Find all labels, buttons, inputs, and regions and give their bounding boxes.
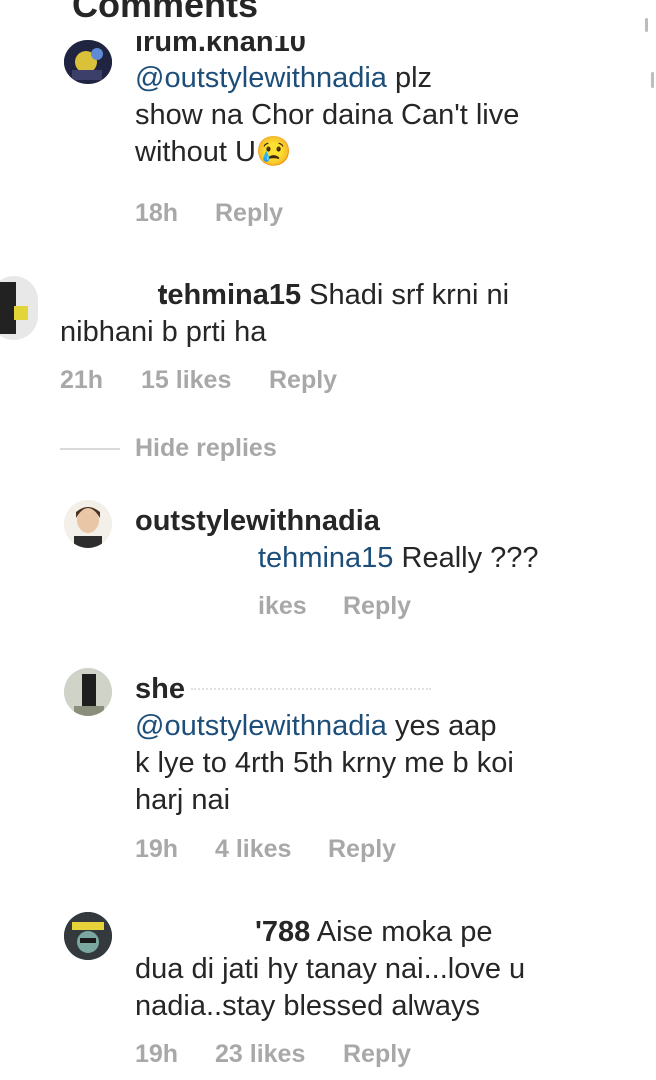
reply-button[interactable]: Reply — [269, 366, 337, 395]
comment-time: 18h — [135, 199, 179, 227]
reply-text: nadia..stay blessed always — [135, 990, 480, 1022]
avatar[interactable] — [64, 668, 112, 716]
mention-link[interactable]: @outstylewithnadia — [135, 710, 387, 742]
reply-username[interactable]: she — [135, 673, 185, 705]
comment-text: Shadi srf krni ni — [301, 279, 510, 311]
reply-button[interactable]: Reply — [328, 835, 396, 864]
avatar[interactable] — [64, 40, 112, 84]
reply-meta: 19h 23 likes Reply — [135, 1040, 411, 1069]
replies-divider — [60, 448, 120, 450]
reply-username[interactable]: outstylewithnadia — [135, 503, 635, 540]
likes-count[interactable]: 4 likes — [215, 835, 328, 864]
reply-time: 19h — [135, 1040, 179, 1068]
scroll-indicator — [645, 18, 648, 32]
hide-replies-button[interactable]: Hide replies — [135, 434, 277, 463]
reply-text: dua di jati hy tanay nai...love u — [135, 953, 526, 985]
reply-button[interactable]: Reply — [215, 199, 283, 228]
comment-body: :tehmina15 Shadi srf krni ni nibhani b p… — [60, 277, 640, 351]
reply-text: harj nai — [135, 784, 231, 816]
reply-time: 19h — [135, 835, 179, 863]
reply-text: Aise moka pe — [310, 916, 493, 948]
comment-text: nibhani b prti ha — [60, 316, 267, 348]
avatar[interactable] — [0, 276, 38, 340]
page-title: Comments — [72, 0, 259, 25]
likes-count[interactable]: ikes — [258, 592, 343, 621]
reply-text: k lye to 4rth 5th krny me b koi — [135, 747, 514, 779]
reply-text: yes aap — [386, 710, 497, 742]
reply-text: Really ??? — [393, 542, 539, 574]
redacted-text — [190, 688, 431, 692]
reply-meta: ikes Reply — [258, 592, 411, 621]
mention-link[interactable]: @outstylewithnadia — [135, 62, 387, 94]
avatar[interactable] — [64, 500, 112, 548]
reply-button[interactable]: Reply — [343, 592, 411, 621]
scroll-indicator-lower — [651, 72, 654, 88]
comment-meta: 21h 15 likes Reply — [60, 366, 337, 395]
comment-username[interactable]: :tehmina15 — [158, 279, 301, 311]
avatar[interactable] — [64, 912, 112, 960]
reply-body: '788 Aise moka pe dua di jati hy tanay n… — [135, 914, 635, 1025]
reply-body: outstylewithnadia tehmina15 Really ??? — [135, 503, 635, 577]
reply-button[interactable]: Reply — [343, 1040, 411, 1069]
reply-username[interactable]: '788 — [255, 916, 310, 948]
comment-text: show na Chor daina Can't live — [135, 99, 520, 131]
comment-text: without U😢 — [135, 136, 292, 168]
comment-time: 21h — [60, 366, 104, 394]
likes-count[interactable]: 15 likes — [141, 366, 269, 395]
comment-username[interactable]: irum.khan10 — [135, 36, 306, 58]
comment-body: irum.khan10 @outstylewithnadia plz show … — [135, 36, 635, 171]
likes-count[interactable]: 23 likes — [215, 1040, 343, 1069]
comment-meta: 18h Reply — [135, 199, 283, 228]
reply-body: she @outstylewithnadia yes aap k lye to … — [135, 671, 635, 819]
comment-text: plz — [386, 62, 433, 94]
mention-link[interactable]: tehmina15 — [258, 542, 393, 574]
reply-meta: 19h 4 likes Reply — [135, 835, 396, 864]
